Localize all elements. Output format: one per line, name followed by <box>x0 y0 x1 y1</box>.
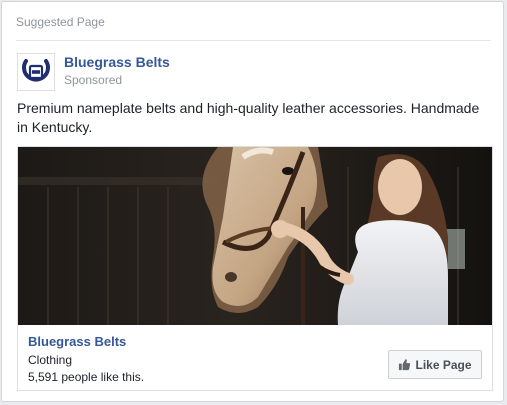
page-avatar[interactable] <box>17 53 55 91</box>
cover-photo[interactable] <box>18 147 492 325</box>
sponsored-label: Sponsored <box>64 73 123 87</box>
like-count: 5,591 people like this. <box>28 370 145 384</box>
bluegrass-belts-logo-icon <box>22 59 50 82</box>
card-header: Suggested Page <box>16 15 105 29</box>
page-name-link[interactable]: Bluegrass Belts <box>64 54 170 70</box>
attachment-footer: Bluegrass Belts Clothing 5,591 people li… <box>18 325 492 390</box>
page-category: Clothing <box>28 353 73 367</box>
like-page-label: Like Page <box>415 357 472 372</box>
suggested-page-card: Suggested Page Bluegrass Belts Sponsored… <box>1 1 504 402</box>
like-page-button[interactable]: Like Page <box>388 350 482 379</box>
link-attachment[interactable]: Bluegrass Belts Clothing 5,591 people li… <box>17 146 493 391</box>
post-text: Premium nameplate belts and high-quality… <box>17 100 480 135</box>
header-divider <box>16 40 491 41</box>
thumbs-up-icon <box>399 359 411 371</box>
attachment-title-link[interactable]: Bluegrass Belts <box>28 334 126 349</box>
